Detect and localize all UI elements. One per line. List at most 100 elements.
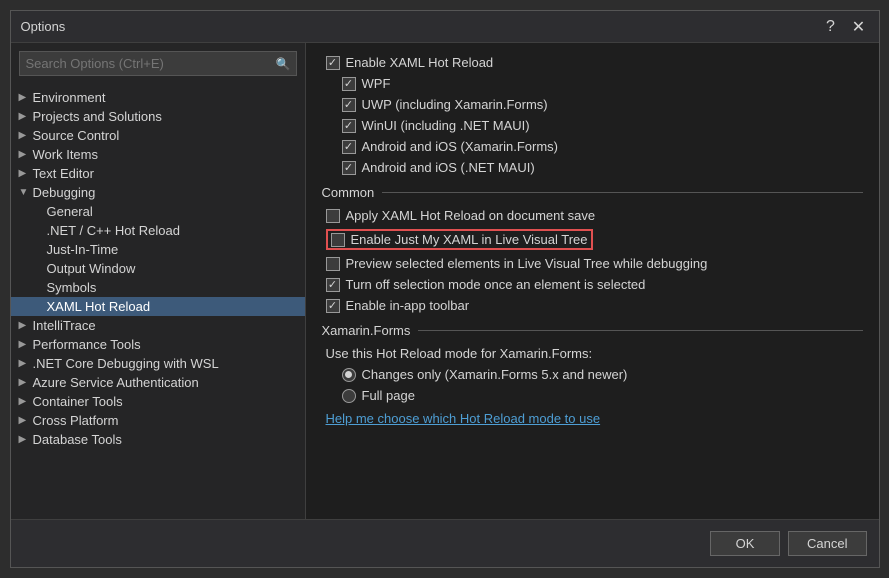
radio-changes-only[interactable] [342,368,356,382]
help-link[interactable]: Help me choose which Hot Reload mode to … [326,411,601,426]
checkbox-row-android-ios-forms[interactable]: Android and iOS (Xamarin.Forms) [322,139,863,154]
tree-arrow-environment: ▶ [19,92,33,103]
tree-label-azure-service-auth: Azure Service Authentication [33,375,199,390]
tree-item-environment[interactable]: ▶Environment [11,88,305,107]
common-divider-line [382,192,862,193]
tree-label-performance-tools: Performance Tools [33,337,141,352]
radio-full-page[interactable] [342,389,356,403]
common-checkbox-turn-off-selection[interactable] [326,278,340,292]
tree-label-text-editor: Text Editor [33,166,94,181]
tree-item-net-cpp[interactable]: .NET / C++ Hot Reload [11,221,305,240]
checkbox-android-ios-forms[interactable] [342,140,356,154]
tree-item-output-window[interactable]: Output Window [11,259,305,278]
tree-label-work-items: Work Items [33,147,99,162]
tree-item-container-tools[interactable]: ▶Container Tools [11,392,305,411]
tree-item-database-tools[interactable]: ▶Database Tools [11,430,305,449]
tree-label-cross-platform: Cross Platform [33,413,119,428]
search-icon: 🔍 [276,57,291,71]
tree-arrow-azure-service-auth: ▶ [19,377,33,388]
tree-label-source-control: Source Control [33,128,120,143]
common-checkbox-apply-xaml[interactable] [326,209,340,223]
tree-item-azure-service-auth[interactable]: ▶Azure Service Authentication [11,373,305,392]
checkbox-wpf[interactable] [342,77,356,91]
help-button[interactable]: ? [821,18,841,36]
tree-label-xaml-hot-reload: XAML Hot Reload [47,299,151,314]
tree-arrow-work-items: ▶ [19,149,33,160]
common-checkbox-row-preview-selected[interactable]: Preview selected elements in Live Visual… [322,256,863,271]
checkbox-row-uwp[interactable]: UWP (including Xamarin.Forms) [322,97,863,112]
highlight-box-enable-just-my-xaml: Enable Just My XAML in Live Visual Tree [326,229,593,250]
tree-arrow-source-control: ▶ [19,130,33,141]
search-input[interactable] [19,51,297,76]
tree-label-general: General [47,204,93,219]
tree-item-text-editor[interactable]: ▶Text Editor [11,164,305,183]
xamarin-section: Use this Hot Reload mode for Xamarin.For… [322,346,863,426]
common-label: Common [322,185,375,200]
checkbox-label-android-ios-maui: Android and iOS (.NET MAUI) [362,160,535,175]
xamarin-description: Use this Hot Reload mode for Xamarin.For… [322,346,863,361]
checkbox-label-wpf: WPF [362,76,391,91]
xamarin-label: Xamarin.Forms [322,323,411,338]
dialog-title: Options [21,19,66,34]
checkbox-label-android-ios-forms: Android and iOS (Xamarin.Forms) [362,139,559,154]
tree-arrow-net-core-debugging: ▶ [19,358,33,369]
close-button[interactable]: ✕ [849,17,869,37]
common-checkbox-enable-just-my-xaml[interactable] [331,233,345,247]
checkbox-uwp[interactable] [342,98,356,112]
tree-item-cross-platform[interactable]: ▶Cross Platform [11,411,305,430]
dialog-body: 🔍 ▶Environment▶Projects and Solutions▶So… [11,43,879,519]
enable-xaml-hot-reload-label: Enable XAML Hot Reload [346,55,494,70]
tree-item-source-control[interactable]: ▶Source Control [11,126,305,145]
radio-label-full-page: Full page [362,388,415,403]
radio-label-changes-only: Changes only (Xamarin.Forms 5.x and newe… [362,367,628,382]
common-checkbox-row-apply-xaml[interactable]: Apply XAML Hot Reload on document save [322,208,863,223]
checkbox-row-wpf[interactable]: WPF [322,76,863,91]
radio-row-changes-only[interactable]: Changes only (Xamarin.Forms 5.x and newe… [322,367,863,382]
tree-label-intellitrace: IntelliTrace [33,318,96,333]
tree-arrow-cross-platform: ▶ [19,415,33,426]
checkbox-row-winui[interactable]: WinUI (including .NET MAUI) [322,118,863,133]
search-box-container: 🔍 [19,51,297,76]
cancel-button[interactable]: Cancel [788,531,866,556]
checkbox-row-android-ios-maui[interactable]: Android and iOS (.NET MAUI) [322,160,863,175]
sub-checkboxes: WPF UWP (including Xamarin.Forms) WinUI (i… [322,76,863,175]
tree-item-net-core-debugging[interactable]: ▶.NET Core Debugging with WSL [11,354,305,373]
common-checkbox-label-turn-off-selection: Turn off selection mode once an element … [346,277,646,292]
tree-item-just-in-time[interactable]: Just-In-Time [11,240,305,259]
checkbox-label-winui: WinUI (including .NET MAUI) [362,118,530,133]
radio-container: Changes only (Xamarin.Forms 5.x and newe… [322,367,863,403]
checkbox-label-uwp: UWP (including Xamarin.Forms) [362,97,548,112]
common-checkbox-row-enable-inapp[interactable]: Enable in-app toolbar [322,298,863,313]
tree-label-output-window: Output Window [47,261,136,276]
title-bar: Options ? ✕ [11,11,879,43]
common-checkboxes: Apply XAML Hot Reload on document save En… [322,208,863,313]
tree-item-projects-solutions[interactable]: ▶Projects and Solutions [11,107,305,126]
tree-container: ▶Environment▶Projects and Solutions▶Sour… [11,84,305,519]
tree-item-debugging[interactable]: ▼Debugging [11,183,305,202]
options-dialog: Options ? ✕ 🔍 ▶Environment▶Projects and … [10,10,880,568]
enable-xaml-hot-reload-row[interactable]: Enable XAML Hot Reload [322,55,863,70]
enable-xaml-hot-reload-checkbox[interactable] [326,56,340,70]
tree-item-symbols[interactable]: Symbols [11,278,305,297]
common-checkbox-preview-selected[interactable] [326,257,340,271]
tree-item-work-items[interactable]: ▶Work Items [11,145,305,164]
checkbox-android-ios-maui[interactable] [342,161,356,175]
radio-row-full-page[interactable]: Full page [322,388,863,403]
common-checkbox-enable-inapp[interactable] [326,299,340,313]
tree-arrow-container-tools: ▶ [19,396,33,407]
checkbox-winui[interactable] [342,119,356,133]
left-panel: 🔍 ▶Environment▶Projects and Solutions▶So… [11,43,306,519]
tree-label-debugging: Debugging [33,185,96,200]
common-checkbox-row-turn-off-selection[interactable]: Turn off selection mode once an element … [322,277,863,292]
ok-button[interactable]: OK [710,531,780,556]
tree-item-performance-tools[interactable]: ▶Performance Tools [11,335,305,354]
common-checkbox-row-enable-just-my-xaml[interactable]: Enable Just My XAML in Live Visual Tree [322,229,863,250]
tree-item-intellitrace[interactable]: ▶IntelliTrace [11,316,305,335]
tree-arrow-intellitrace: ▶ [19,320,33,331]
tree-label-symbols: Symbols [47,280,97,295]
tree-item-general[interactable]: General [11,202,305,221]
tree-label-just-in-time: Just-In-Time [47,242,119,257]
tree-item-xaml-hot-reload[interactable]: XAML Hot Reload [11,297,305,316]
common-checkbox-label-preview-selected: Preview selected elements in Live Visual… [346,256,708,271]
right-panel: Enable XAML Hot Reload WPF UWP (including… [306,43,879,519]
